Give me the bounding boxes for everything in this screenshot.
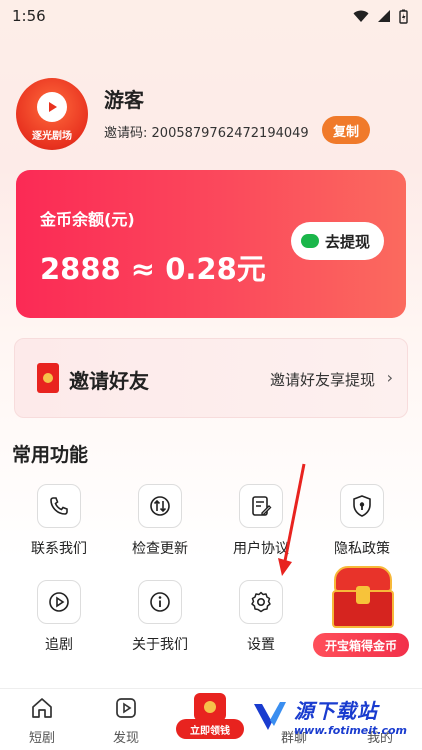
discover-icon xyxy=(113,695,139,721)
home-icon xyxy=(29,695,55,721)
red-envelope-icon xyxy=(37,363,59,393)
signal-icon xyxy=(378,10,390,22)
info-icon xyxy=(138,580,182,624)
copy-button[interactable]: 复制 xyxy=(322,116,370,144)
open-treasure-button[interactable]: 开宝箱得金币 xyxy=(312,632,410,658)
play-icon xyxy=(37,580,81,624)
chevron-right-icon: › xyxy=(386,368,393,387)
invite-code-value: 2005879762472194049 xyxy=(151,126,309,141)
tab-label: 短剧 xyxy=(28,731,55,746)
func-follow-drama[interactable]: 追剧 xyxy=(9,580,109,654)
func-check-update[interactable]: 检查更新 xyxy=(110,484,210,558)
battery-icon xyxy=(399,9,408,24)
invite-friends-subtitle: 邀请好友享提现 xyxy=(269,371,375,389)
tab-label: 发现 xyxy=(112,731,139,746)
play-icon xyxy=(37,92,67,122)
coin-balance-value: 2888 ≈ 0.28元 xyxy=(40,252,266,286)
func-label: 设置 xyxy=(247,637,275,653)
invite-friends-title: 邀请好友 xyxy=(69,369,149,393)
func-about-us[interactable]: 关于我们 xyxy=(110,580,210,654)
tab-get-money[interactable]: 立即领钱 xyxy=(176,693,244,739)
func-contact-us[interactable]: 联系我们 xyxy=(9,484,109,558)
invite-code-line: 邀请码: 2005879762472194049 xyxy=(104,122,309,141)
update-icon xyxy=(138,484,182,528)
invite-code-label: 邀请码: xyxy=(104,126,148,141)
tab-short-drama[interactable]: 短剧 xyxy=(12,695,72,746)
func-label: 联系我们 xyxy=(31,541,87,557)
func-privacy-policy[interactable]: 隐私政策 xyxy=(312,484,412,558)
watermark: 源下载站 www.fotimeit.com xyxy=(250,692,420,740)
watermark-name: 源下载站 xyxy=(294,699,378,723)
watermark-url: www.fotimeit.com xyxy=(294,724,408,737)
privacy-icon xyxy=(340,484,384,528)
coin-balance-label: 金币余额(元) xyxy=(40,210,135,229)
func-label: 关于我们 xyxy=(132,637,188,653)
coin-balance-card: 金币余额(元) 2888 ≈ 0.28元 去提现 xyxy=(16,170,406,318)
wifi-icon xyxy=(353,10,369,22)
func-label: 追剧 xyxy=(45,637,73,653)
avatar[interactable]: 逐光剧场 xyxy=(16,78,88,150)
func-label: 检查更新 xyxy=(132,541,188,557)
invite-friends-card[interactable]: 邀请好友 邀请好友享提现 › xyxy=(14,338,408,418)
func-label: 隐私政策 xyxy=(334,541,390,557)
status-time: 1:56 xyxy=(12,7,46,25)
section-title-common-functions: 常用功能 xyxy=(12,444,89,466)
annotation-arrow-icon xyxy=(278,463,306,576)
red-envelope-icon xyxy=(194,693,226,721)
withdraw-label: 去提现 xyxy=(324,232,370,251)
status-bar: 1:56 xyxy=(0,0,422,32)
tab-discover[interactable]: 发现 xyxy=(96,695,156,746)
avatar-brand-text: 逐光剧场 xyxy=(32,131,72,142)
phone-icon xyxy=(37,484,81,528)
profile-header: 逐光剧场 游客 邀请码: 2005879762472194049 复制 xyxy=(16,78,406,158)
gear-icon xyxy=(239,580,283,624)
watermark-logo-icon xyxy=(254,702,286,730)
withdraw-button[interactable]: 去提现 xyxy=(290,222,384,260)
status-icons xyxy=(353,9,408,24)
username: 游客 xyxy=(104,88,144,112)
wechat-pay-icon xyxy=(300,234,319,248)
func-settings[interactable]: 设置 xyxy=(211,580,311,654)
tab-label: 立即领钱 xyxy=(176,719,244,739)
treasure-chest-widget[interactable]: 开宝箱得金币 xyxy=(312,560,412,660)
